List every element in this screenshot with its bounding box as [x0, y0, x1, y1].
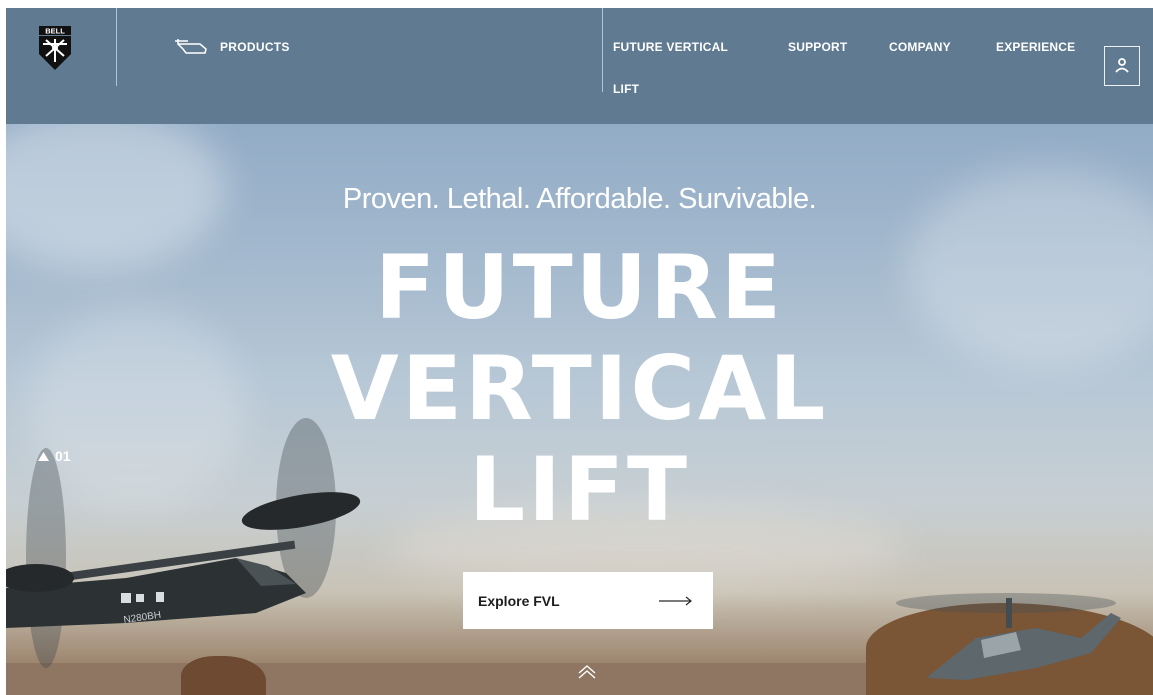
nav-products[interactable]: PRODUCTS	[174, 38, 290, 56]
nav-future-vertical-lift-line2[interactable]: LIFT	[613, 82, 639, 96]
header-divider	[602, 8, 603, 92]
hero-tagline: Proven. Lethal. Affordable. Survivable.	[342, 183, 817, 215]
hero-title-line-1: FUTURE	[375, 236, 784, 339]
header-divider	[116, 8, 117, 86]
nav-company[interactable]: COMPANY	[889, 40, 951, 54]
chevron-up-icon	[578, 665, 596, 679]
account-button[interactable]	[1104, 46, 1140, 86]
slide-indicator[interactable]: 01	[38, 448, 71, 464]
nav-future-vertical-lift[interactable]: FUTURE VERTICAL	[613, 40, 728, 54]
nav-experience[interactable]: EXPERIENCE	[996, 40, 1075, 54]
hero-title-line-2: VERTICAL	[330, 337, 829, 440]
hero-title-line-3: LIFT	[469, 438, 690, 541]
nav-support[interactable]: SUPPORT	[788, 40, 847, 54]
user-icon	[1115, 58, 1129, 73]
triangle-up-icon	[38, 451, 49, 461]
nav-products-label: PRODUCTS	[220, 40, 290, 54]
logo-text: BELL	[45, 27, 65, 36]
scroll-up-button[interactable]	[578, 664, 596, 685]
bell-logo[interactable]: BELL	[39, 26, 71, 70]
explore-fvl-button[interactable]: Explore FVL	[463, 572, 713, 629]
slide-number: 01	[55, 448, 71, 464]
helicopter-image	[896, 593, 1121, 680]
explore-fvl-label: Explore FVL	[478, 592, 560, 609]
helicopter-icon	[175, 39, 207, 54]
site-header: BELL PRODUCTS FUTURE VERTICAL LIFT SUPPO…	[6, 8, 1153, 124]
arrow-right-icon	[659, 596, 692, 605]
